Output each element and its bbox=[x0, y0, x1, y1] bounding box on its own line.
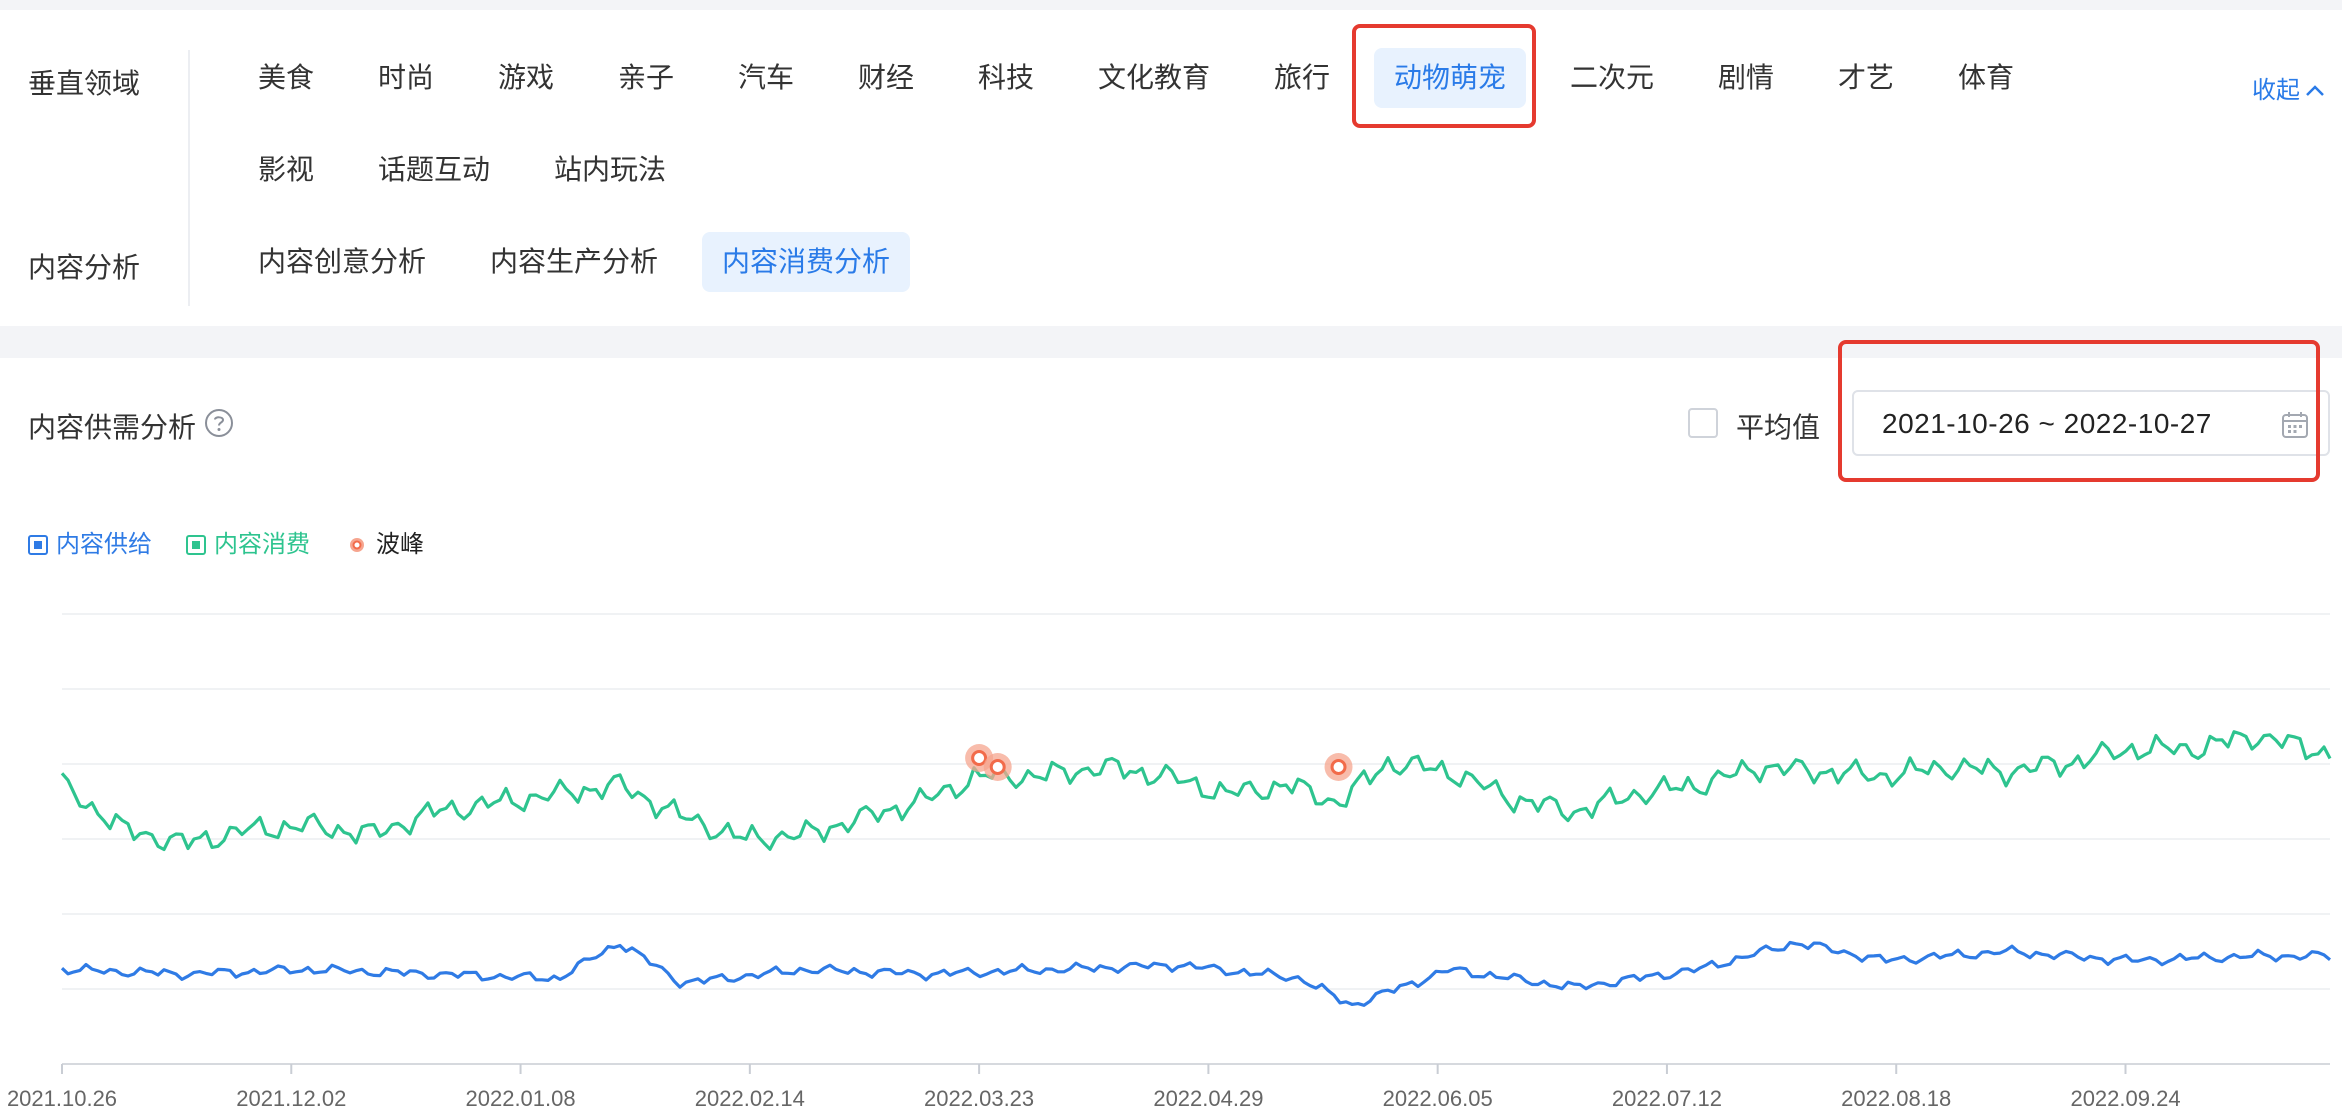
highlight-box-pets bbox=[1352, 24, 1536, 128]
x-tick-label: 2022.07.12 bbox=[1612, 1086, 1722, 1111]
peak-marker bbox=[971, 750, 988, 766]
x-tick-label: 2022.08.18 bbox=[1841, 1086, 1951, 1111]
chip-drama[interactable]: 剧情 bbox=[1698, 48, 1794, 108]
x-tick-label: 2021.12.02 bbox=[236, 1086, 346, 1111]
chip-topic-interaction[interactable]: 话题互动 bbox=[358, 140, 510, 200]
top-strip bbox=[0, 0, 2342, 10]
chip-culture-education[interactable]: 文化教育 bbox=[1078, 48, 1230, 108]
chip-fashion[interactable]: 时尚 bbox=[358, 48, 454, 108]
chip-tech[interactable]: 科技 bbox=[958, 48, 1054, 108]
chip-anime[interactable]: 二次元 bbox=[1550, 48, 1674, 108]
legend-consumption[interactable]: 内容消费 bbox=[186, 524, 310, 559]
chip-games[interactable]: 游戏 bbox=[478, 48, 574, 108]
supply-demand-chart: 2021.10.26 2021.12.02 2022.01.08 2022.02.14… bbox=[7, 613, 2332, 1111]
highlight-box-date-range bbox=[1838, 340, 2320, 482]
x-tick-label: 2022.06.05 bbox=[1383, 1086, 1493, 1111]
series-line-consumption bbox=[60, 730, 2332, 852]
legend-peak[interactable]: 波峰 bbox=[346, 524, 424, 559]
question-circle-icon[interactable] bbox=[204, 408, 234, 438]
legend-consumption-label: 内容消费 bbox=[214, 531, 310, 558]
chip-film-tv[interactable]: 影视 bbox=[238, 140, 334, 200]
chip-auto[interactable]: 汽车 bbox=[718, 48, 814, 108]
x-tick-label: 2022.01.08 bbox=[466, 1086, 576, 1111]
legend-peak-label: 波峰 bbox=[376, 531, 424, 558]
content-analysis-label: 内容分析 bbox=[28, 252, 141, 283]
x-tick-label: 2022.03.23 bbox=[924, 1086, 1034, 1111]
tab-content-creative[interactable]: 内容创意分析 bbox=[238, 232, 446, 292]
filter-panel: 垂直领域 美食 时尚 游戏 亲子 汽车 财经 科技 文化教育 旅行 动物萌宠 二… bbox=[0, 10, 2342, 326]
legend-supply[interactable]: 内容供给 bbox=[28, 524, 152, 559]
x-tick-label: 2022.09.24 bbox=[2070, 1086, 2180, 1111]
legend-supply-swatch bbox=[28, 535, 48, 555]
chip-sports[interactable]: 体育 bbox=[1938, 48, 2034, 108]
collapse-label: 收起 bbox=[2252, 77, 2300, 104]
peak-marker bbox=[1330, 759, 1347, 775]
filter-divider bbox=[188, 50, 190, 306]
vertical-domain-label: 垂直领域 bbox=[28, 68, 141, 99]
series-line-supply bbox=[60, 940, 2331, 1007]
chip-onsite-play[interactable]: 站内玩法 bbox=[534, 140, 686, 200]
peak-marker bbox=[989, 759, 1006, 775]
average-checkbox[interactable] bbox=[1688, 408, 1718, 438]
chip-parenting[interactable]: 亲子 bbox=[598, 48, 694, 108]
x-tick-label: 2022.02.14 bbox=[695, 1086, 805, 1111]
chip-finance[interactable]: 财经 bbox=[838, 48, 934, 108]
tab-content-consumption[interactable]: 内容消费分析 bbox=[702, 232, 911, 292]
chip-food[interactable]: 美食 bbox=[238, 48, 334, 108]
section-title: 内容供需分析 bbox=[28, 412, 197, 443]
collapse-button[interactable]: 收起 bbox=[2252, 70, 2326, 106]
legend-consumption-swatch bbox=[186, 535, 206, 555]
x-tick-label: 2022.04.29 bbox=[1153, 1086, 1263, 1111]
peak-marker-icon bbox=[350, 538, 364, 552]
chip-talent[interactable]: 才艺 bbox=[1818, 48, 1914, 108]
chip-travel[interactable]: 旅行 bbox=[1254, 48, 1350, 108]
x-tick-label: 2021.10.26 bbox=[7, 1086, 117, 1111]
tab-content-production[interactable]: 内容生产分析 bbox=[470, 232, 678, 292]
legend-supply-label: 内容供给 bbox=[56, 531, 152, 558]
chevron-up-icon bbox=[2304, 78, 2326, 106]
average-label: 平均值 bbox=[1736, 412, 1821, 443]
